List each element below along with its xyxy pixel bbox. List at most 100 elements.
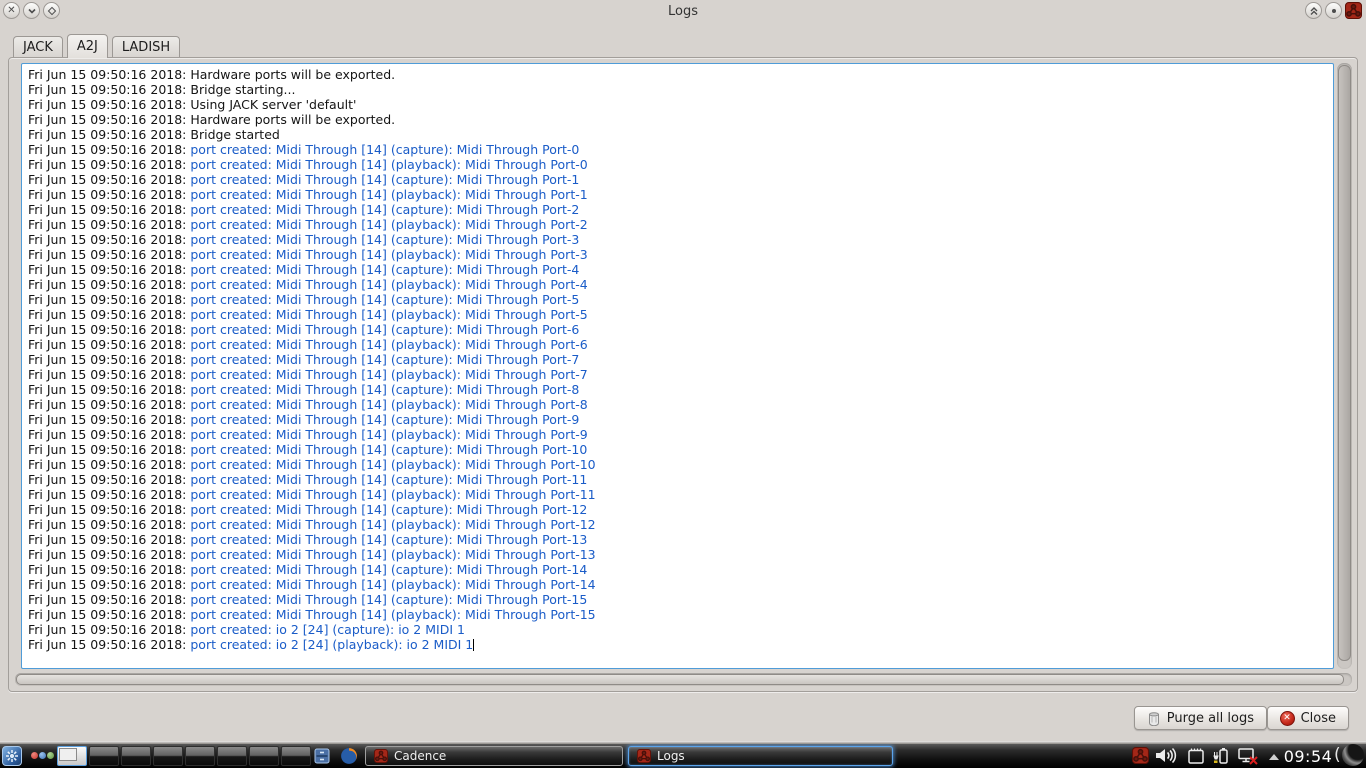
moon-applet[interactable]: ( — [1334, 744, 1364, 766]
log-line: Fri Jun 15 09:50:16 2018: port created: … — [28, 532, 588, 547]
pager-desktop-4[interactable] — [153, 746, 183, 766]
log-port-link: port created: Midi Through [14] (capture… — [190, 172, 580, 187]
log-port-link: port created: Midi Through [14] (capture… — [190, 262, 580, 277]
tray-volume[interactable] — [1155, 747, 1179, 768]
tray-battery[interactable] — [1211, 747, 1232, 768]
log-line: Fri Jun 15 09:50:16 2018: port created: … — [28, 502, 588, 517]
tab-a2j[interactable]: A2J — [66, 34, 108, 58]
log-port-link: port created: Midi Through [14] (playbac… — [190, 307, 588, 322]
volume-icon — [1156, 747, 1177, 764]
log-frame: Fri Jun 15 09:50:16 2018: Hardware ports… — [8, 57, 1358, 692]
tray-clipboard[interactable] — [1187, 747, 1206, 768]
horizontal-scrollbar-thumb[interactable] — [16, 674, 1344, 685]
log-line: Fri Jun 15 09:50:16 2018: port created: … — [28, 427, 588, 442]
pager-desktop-7[interactable] — [249, 746, 279, 766]
titlebar: ✕ Logs — [0, 0, 1366, 30]
keep-above-button[interactable] — [1305, 2, 1322, 19]
log-line: Fri Jun 15 09:50:16 2018: port created: … — [28, 382, 580, 397]
log-line: Fri Jun 15 09:50:16 2018: port created: … — [28, 277, 588, 292]
log-port-link: port created: Midi Through [14] (capture… — [190, 292, 580, 307]
taskbar-button-logs[interactable]: Logs — [628, 746, 893, 766]
log-port-link: port created: Midi Through [14] (capture… — [190, 562, 588, 577]
log-port-link: port created: Midi Through [14] (playbac… — [190, 367, 588, 382]
log-line: Fri Jun 15 09:50:16 2018: port created: … — [28, 577, 596, 592]
log-port-link: port created: io 2 [24] (playback): io 2… — [190, 637, 474, 652]
text-cursor — [473, 639, 475, 651]
log-line: Fri Jun 15 09:50:16 2018: port created: … — [28, 487, 596, 502]
taskbar-label-logs: Logs — [657, 749, 685, 763]
cadence-icon — [374, 749, 388, 763]
log-port-link: port created: Midi Through [14] (playbac… — [190, 607, 596, 622]
log-port-link: port created: Midi Through [14] (playbac… — [190, 157, 588, 172]
pager-desktop-2[interactable] — [89, 746, 119, 766]
firefox-launcher[interactable] — [340, 747, 358, 768]
log-line: Fri Jun 15 09:50:16 2018: Using JACK ser… — [28, 97, 357, 112]
vertical-scrollbar-thumb[interactable] — [1338, 65, 1351, 661]
log-line: Fri Jun 15 09:50:16 2018: port created: … — [28, 157, 588, 172]
app-menu-button[interactable] — [2, 746, 22, 766]
log-line: Fri Jun 15 09:50:16 2018: port created: … — [28, 607, 596, 622]
pager-desktop-5[interactable] — [185, 746, 215, 766]
log-port-link: port created: Midi Through [14] (capture… — [190, 532, 588, 547]
log-line: Fri Jun 15 09:50:16 2018: port created: … — [28, 472, 588, 487]
log-line: Fri Jun 15 09:50:16 2018: port created: … — [28, 352, 580, 367]
taskbar-clock[interactable]: 09:54 — [1283, 745, 1333, 767]
log-line: Fri Jun 15 09:50:16 2018: port created: … — [28, 367, 588, 382]
cadence-app-icon[interactable] — [1345, 2, 1362, 19]
close-label: Close — [1300, 710, 1336, 726]
log-line: Fri Jun 15 09:50:16 2018: port created: … — [28, 202, 580, 217]
log-port-link: port created: Midi Through [14] (capture… — [190, 442, 588, 457]
log-line: Fri Jun 15 09:50:16 2018: port created: … — [28, 322, 580, 337]
moon-icon — [1341, 744, 1364, 766]
log-line: Fri Jun 15 09:50:16 2018: Hardware ports… — [28, 112, 396, 127]
pin-button[interactable] — [1325, 2, 1342, 19]
trash-icon — [1148, 711, 1159, 726]
log-port-link: port created: Midi Through [14] (playbac… — [190, 457, 596, 472]
taskbar-label-cadence: Cadence — [394, 749, 447, 763]
pager-desktop-8[interactable] — [281, 746, 311, 766]
close-dialog-button[interactable]: ✕ Close — [1266, 706, 1349, 730]
drawer-button[interactable] — [313, 747, 331, 768]
log-port-link: port created: Midi Through [14] (playbac… — [190, 187, 588, 202]
pager-desktop-6[interactable] — [217, 746, 247, 766]
log-port-link: port created: Midi Through [14] (capture… — [190, 352, 580, 367]
log-port-link: port created: io 2 [24] (capture): io 2 … — [190, 622, 465, 637]
pin-icon — [1331, 8, 1336, 13]
log-port-link: port created: Midi Through [14] (playbac… — [190, 577, 596, 592]
taskbar-button-cadence[interactable]: Cadence — [365, 746, 623, 766]
drawer-icon — [314, 748, 330, 764]
cadence-icon — [637, 749, 651, 763]
keep-above-icon — [1310, 6, 1317, 15]
logs-window: ✕ Logs JACK A2J LADISH Fri Jun 15 09:50:… — [0, 0, 1366, 744]
tab-jack[interactable]: JACK — [13, 36, 63, 57]
hide-panel-icon[interactable] — [1269, 754, 1279, 760]
tray-network[interactable] — [1237, 747, 1262, 768]
log-textarea[interactable]: Fri Jun 15 09:50:16 2018: Hardware ports… — [21, 63, 1334, 669]
log-port-link: port created: Midi Through [14] (capture… — [190, 202, 580, 217]
log-line: Fri Jun 15 09:50:16 2018: port created: … — [28, 397, 588, 412]
log-port-link: port created: Midi Through [14] (capture… — [190, 142, 580, 157]
log-line: Fri Jun 15 09:50:16 2018: port created: … — [28, 217, 588, 232]
pager-desktop-1[interactable] — [57, 746, 87, 766]
purge-all-logs-button[interactable]: Purge all logs — [1133, 706, 1267, 730]
horizontal-scrollbar[interactable] — [15, 673, 1352, 686]
log-port-link: port created: Midi Through [14] (playbac… — [190, 517, 596, 532]
log-line: Fri Jun 15 09:50:16 2018: port created: … — [28, 172, 580, 187]
log-port-link: port created: Midi Through [14] (playbac… — [190, 547, 596, 562]
log-line: Fri Jun 15 09:50:16 2018: port created: … — [28, 622, 465, 637]
log-port-link: port created: Midi Through [14] (capture… — [190, 322, 580, 337]
log-line: Fri Jun 15 09:50:16 2018: port created: … — [28, 457, 596, 472]
tab-ladish[interactable]: LADISH — [111, 36, 181, 57]
launcher-red-icon[interactable] — [31, 752, 38, 759]
paren-glyph: ( — [1334, 745, 1341, 765]
launcher-blue-icon[interactable] — [39, 752, 46, 759]
launcher-green-icon[interactable] — [47, 752, 54, 759]
pager-desktop-3[interactable] — [121, 746, 151, 766]
log-port-link: port created: Midi Through [14] (playbac… — [190, 487, 596, 502]
vertical-scrollbar[interactable] — [1337, 63, 1352, 669]
tray-cadence[interactable] — [1132, 747, 1149, 768]
log-line: Fri Jun 15 09:50:16 2018: port created: … — [28, 187, 588, 202]
log-port-link: port created: Midi Through [14] (playbac… — [190, 337, 588, 352]
close-red-icon: ✕ — [1279, 710, 1295, 726]
log-port-link: port created: Midi Through [14] (capture… — [190, 412, 580, 427]
